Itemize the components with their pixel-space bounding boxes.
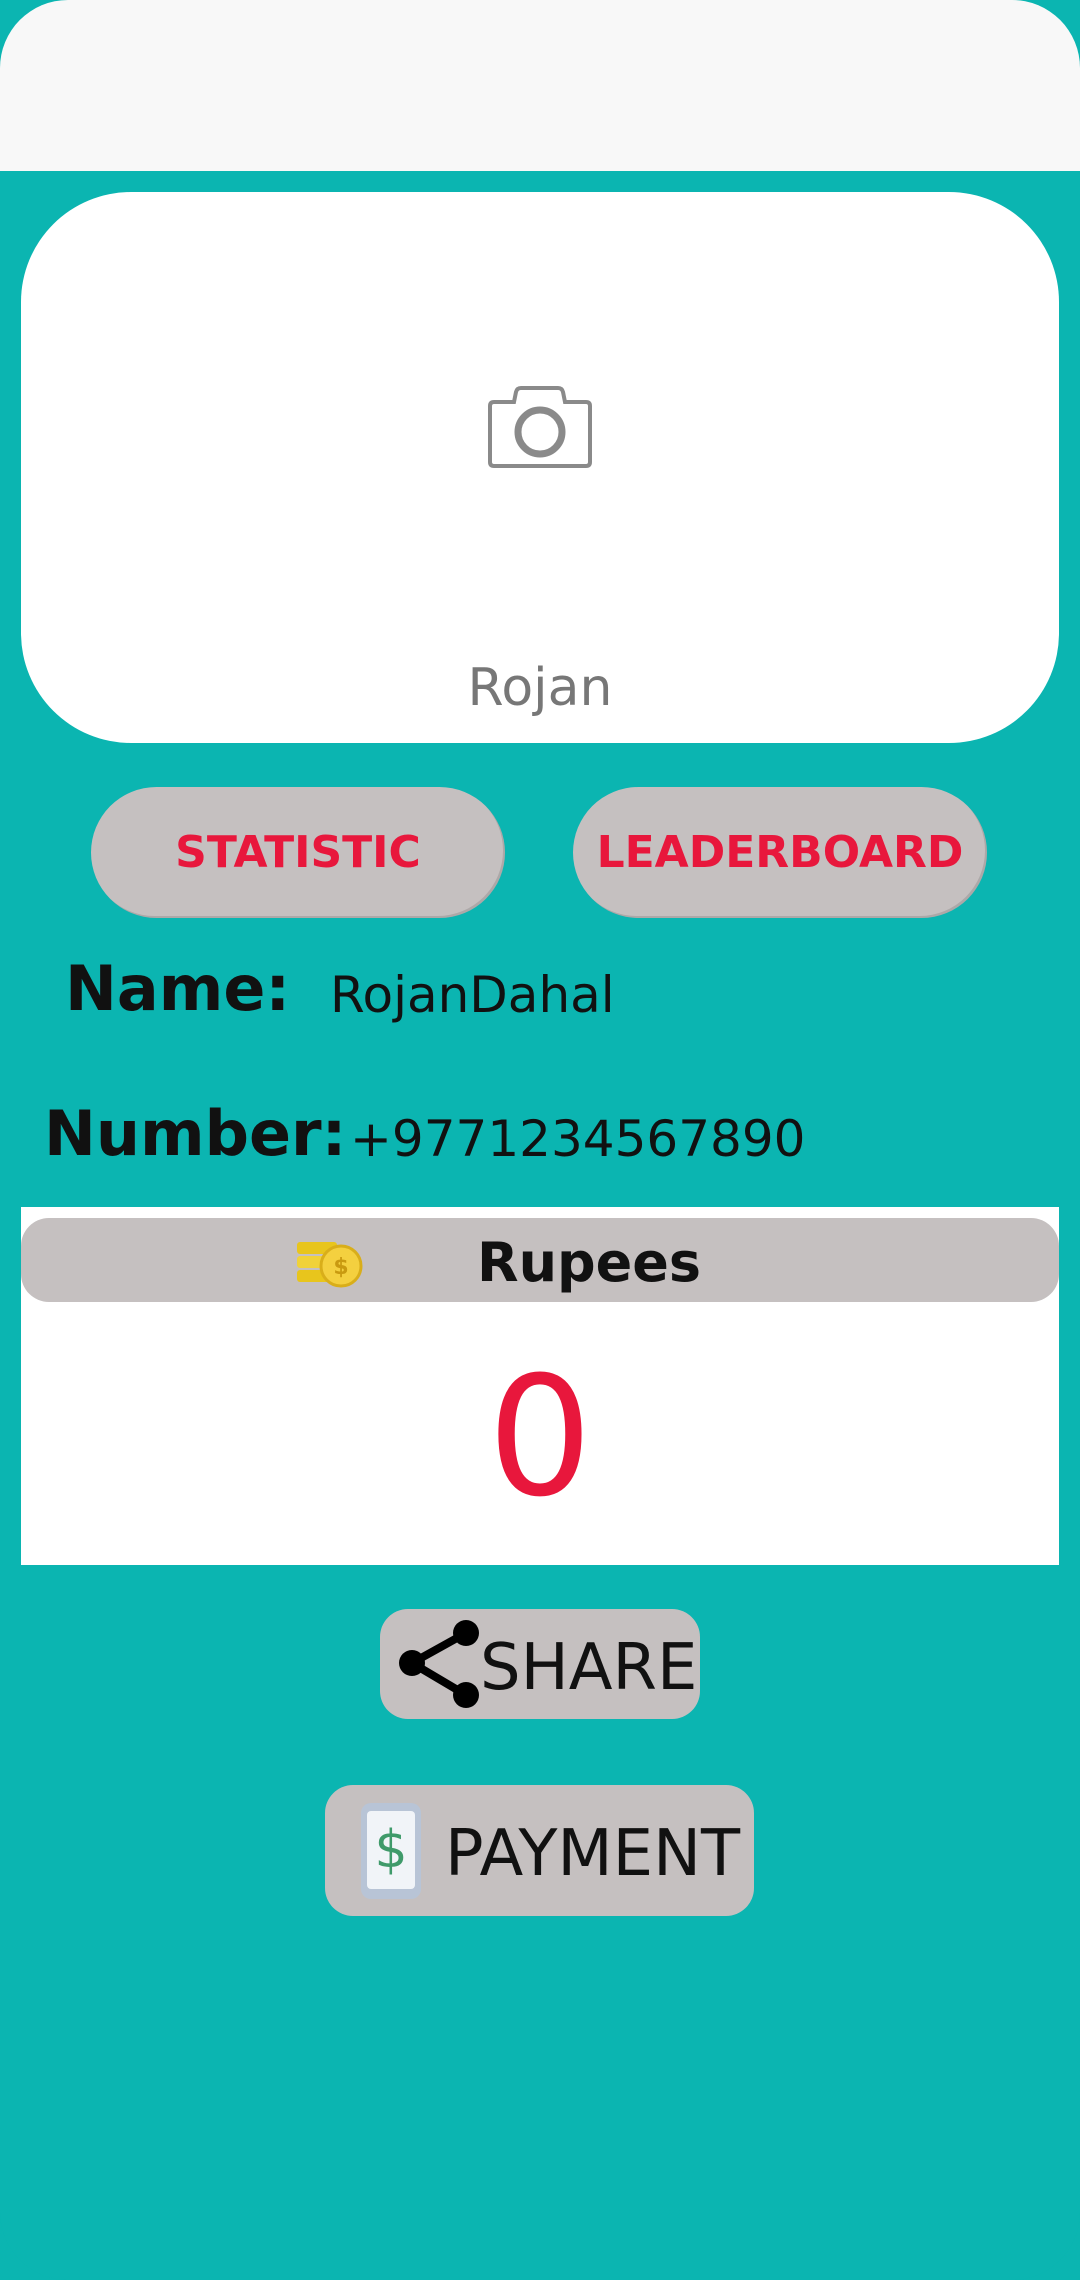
number-value: +9771234567890 [350,1110,806,1168]
profile-name: Rojan [467,658,613,718]
name-label: Name: [65,952,291,1025]
rupees-title: Rupees [477,1231,702,1294]
share-button[interactable]: SHARE [380,1609,700,1719]
camera-icon[interactable] [486,380,594,470]
leaderboard-button[interactable]: LEADERBOARD [573,787,987,918]
payment-label: PAYMENT [445,1817,741,1891]
rupees-amount: 0 [487,1341,593,1533]
app-screen: Rojan STATISTIC LEADERBOARD Name: RojanD… [0,0,1080,2280]
number-label: Number: [44,1097,347,1170]
rupees-header: $ Rupees [21,1218,1059,1302]
svg-text:$: $ [333,1255,348,1280]
statistic-button[interactable]: STATISTIC [91,787,505,918]
rupees-card: $ Rupees 0 [21,1207,1059,1565]
share-label: SHARE [480,1631,698,1705]
coins-icon: $ [297,1242,363,1288]
mobile-payment-icon: $ [361,1803,421,1899]
payment-button[interactable]: $ PAYMENT [325,1785,754,1916]
svg-text:$: $ [374,1820,407,1880]
status-bar [0,0,1080,171]
name-value: RojanDahal [330,966,615,1024]
share-icon [399,1620,479,1708]
